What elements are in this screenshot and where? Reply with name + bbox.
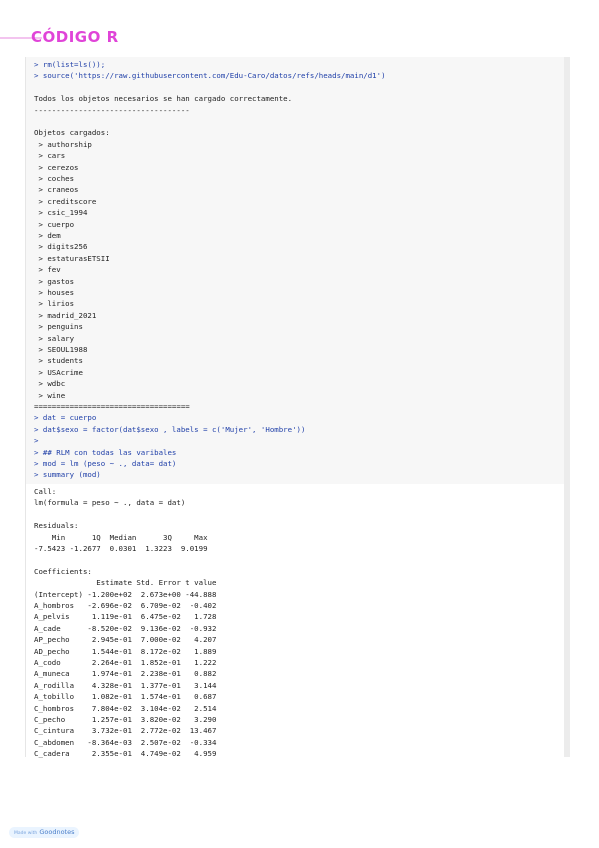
summary-output-line: Residuals: [34,521,79,531]
console-output-line: > cars [34,151,66,161]
summary-output-line: A_cade -8.520e-02 9.136e-02 -0.932 [34,623,217,633]
console-output-line: Objetos cargados: [34,128,110,138]
summary-output-line: A_hombros -2.696e-02 6.709e-02 -0.402 [34,601,217,610]
console-output-line: > craneos [34,185,79,195]
console-output-line: > csic_1994 [34,208,88,218]
summary-output-line: C_cadera 2.355e-01 4.749e-02 4.959 [34,749,217,759]
console-output-line: > penguins [34,322,83,332]
console-output-line: =================================== [34,402,190,411]
r-output-block: Call: lm(formula = peso ~ ., data = dat) R… [25,484,570,759]
console-output-line: > cuerpo [34,219,75,229]
summary-output-line: A_tobillo 1.082e-01 1.574e-01 0.687 [34,692,217,702]
summary-output-line: Coefficients: [34,566,92,576]
console-output-line: > SEOUL1988 [34,345,88,354]
console-output-line: > coches [34,174,75,183]
console-output-line: ----------------------------------- [34,105,190,115]
page-title: CÓDIGO R [31,28,119,46]
summary-output-line: A_muneca 1.974e-01 2.238e-01 0.882 [34,669,217,679]
console-command-line: > ## RLM con todas las varibales [34,447,177,457]
summary-output-line: lm(formula = peso ~ ., data = dat) [34,498,186,508]
r-console-block: > rm(list=ls()); > source('https://raw.gi… [25,57,570,484]
console-command-line: > rm(list=ls()); [34,60,106,69]
console-output-line: > USAcrime [34,367,83,377]
summary-output-line: Estimate Std. Error t value [34,578,217,588]
console-output-line: > salary [34,333,75,343]
summary-output-line: AP_pecho 2.945e-01 7.000e-02 4.207 [34,635,217,645]
console-output-line: > digits256 [34,242,88,252]
console-output-line: > students [34,356,83,366]
console-output-line: > fev [34,265,61,275]
console-output-line: > creditscore [34,196,97,206]
console-output-line: > dem [34,231,61,240]
console-command-line: > mod = lm (peso ~ ., data= dat) [34,459,177,468]
summary-output-line: A_codo 2.264e-01 1.852e-01 1.222 [34,658,217,667]
console-output-line: > gastos [34,276,75,286]
summary-output-line: AD_pecho 1.544e-01 8.172e-02 1.889 [34,646,217,656]
console-command-line: > [34,436,39,446]
console-output-line: > wine [34,390,66,400]
console-command-line: > summary (mod) [34,470,101,480]
goodnotes-badge[interactable]: Made with Goodnotes [9,827,80,838]
summary-output-line: A_pelvis 1.119e-01 6.475e-02 1.728 [34,612,217,622]
summary-output-line: (Intercept) -1.200e+02 2.673e+00 -44.888 [34,589,217,599]
console-output-line: > houses [34,288,75,297]
console-output-line: > wdbc [34,379,66,389]
console-output-line: > cerezos [34,162,79,172]
console-output-line: > estaturasETSII [34,253,110,263]
summary-output-line: C_cintura 3.732e-01 2.772e-02 13.467 [34,726,217,736]
console-output-line: > lirios [34,299,75,309]
summary-output-line: C_hombros 7.804e-02 3.104e-02 2.514 [34,703,217,713]
summary-output-line: Min 1Q Median 3Q Max [34,532,212,542]
console-output-line: > madrid_2021 [34,310,97,320]
badge-brand: Goodnotes [39,828,75,836]
console-command-line: > dat = cuerpo [34,413,97,423]
console-command-line: > dat$sexo = factor(dat$sexo , labels = … [34,424,306,434]
badge-prefix: Made with [14,831,38,836]
summary-output-line: Call: [34,487,57,496]
summary-output-line: C_pecho 1.257e-01 3.820e-02 3.290 [34,715,217,724]
summary-output-line: A_rodilla 4.328e-01 1.377e-01 3.144 [34,680,217,690]
summary-output-line: -7.5423 -1.2677 0.0301 1.3223 9.0199 [34,544,212,553]
summary-output-line: C_abdomen -8.364e-03 2.507e-02 -0.334 [34,737,217,747]
console-output-line: Todos los objetos necesarios se han carg… [34,94,293,104]
console-command-line: > source('https://raw.githubusercontent.… [34,71,386,81]
console-output-line: > authorship [34,139,92,149]
